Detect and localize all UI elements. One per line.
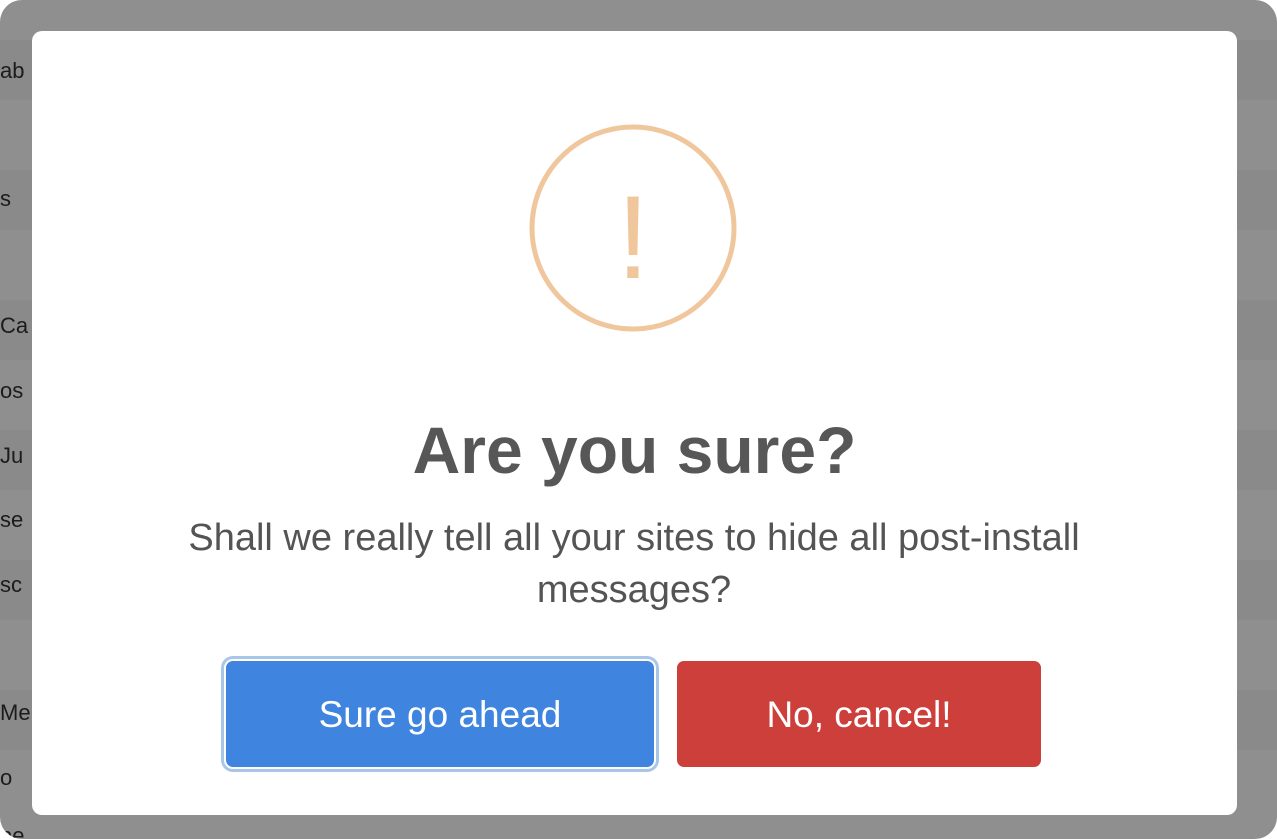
- confirm-dialog: ! Are you sure? Shall we really tell all…: [32, 31, 1237, 815]
- cancel-button[interactable]: No, cancel!: [677, 661, 1041, 767]
- confirm-button[interactable]: Sure go ahead: [226, 661, 654, 767]
- warning-icon-glyph: !: [617, 172, 650, 304]
- dialog-title: Are you sure?: [412, 413, 857, 487]
- warning-exclamation-icon: !: [529, 124, 737, 332]
- screen-frame: ab s Ca os Ju se sc Me o ne ! Are you su…: [0, 0, 1277, 839]
- dialog-message: Shall we really tell all your sites to h…: [188, 517, 1080, 611]
